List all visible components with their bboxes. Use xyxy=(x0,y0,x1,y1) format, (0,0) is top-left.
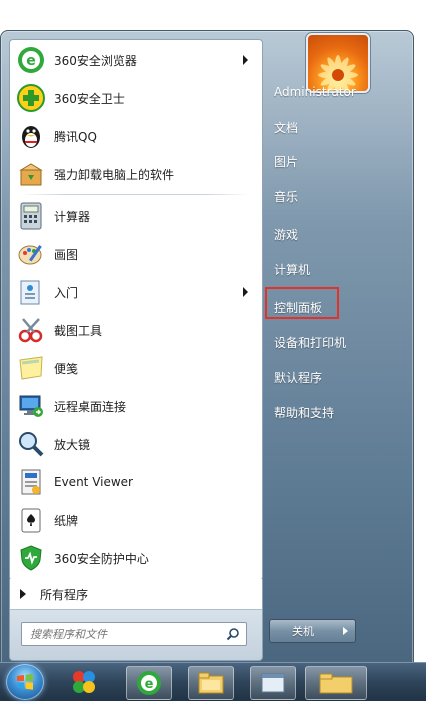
program-label: 便笺 xyxy=(54,361,79,376)
solitaire-icon xyxy=(16,505,46,535)
program-item[interactable]: 入门 xyxy=(14,274,258,310)
program-label: 纸牌 xyxy=(54,513,79,528)
windows-logo-icon xyxy=(17,673,33,690)
program-label: 360安全浏览器 xyxy=(54,53,137,68)
event-viewer-icon xyxy=(16,467,46,497)
right-item-music[interactable]: 音乐 xyxy=(265,183,414,209)
program-item[interactable]: e 360安全浏览器 xyxy=(14,42,258,78)
chevron-right-icon xyxy=(342,627,348,635)
start-menu: e 360安全浏览器 360安全卫士 腾讯QQ 强力卸载电脑上的软件 计算器 画… xyxy=(0,30,414,664)
right-item-documents[interactable]: 文档 xyxy=(265,114,414,140)
program-item[interactable]: 放大镜 xyxy=(14,426,258,462)
qq-penguin-icon xyxy=(16,121,46,151)
paint-icon xyxy=(16,239,46,269)
taskbar: e xyxy=(0,662,426,701)
program-item[interactable]: 便笺 xyxy=(14,350,258,386)
svg-text:e: e xyxy=(26,53,36,69)
shutdown-button[interactable]: 关机 xyxy=(269,619,337,643)
all-programs-label: 所有程序 xyxy=(40,587,89,602)
separator xyxy=(20,194,250,195)
getting-started-icon xyxy=(16,277,46,307)
program-item[interactable]: 腾讯QQ xyxy=(14,118,258,154)
search-input[interactable] xyxy=(28,626,222,642)
right-item-computer[interactable]: 计算机 xyxy=(265,256,414,282)
program-label: 入门 xyxy=(54,285,79,300)
submenu-arrow-icon[interactable] xyxy=(243,55,248,65)
program-label: 截图工具 xyxy=(54,323,103,338)
folder-icon xyxy=(198,672,224,694)
360-shield-icon xyxy=(16,543,46,573)
submenu-arrow-icon[interactable] xyxy=(243,287,248,297)
program-label: 强力卸载电脑上的软件 xyxy=(54,167,175,182)
program-label: 远程桌面连接 xyxy=(54,399,127,414)
360-browser-icon: e xyxy=(137,671,161,695)
expand-arrow-icon xyxy=(20,589,26,599)
program-label: 360安全卫士 xyxy=(54,91,125,106)
program-item[interactable]: 截图工具 xyxy=(14,312,258,348)
right-item-games[interactable]: 游戏 xyxy=(265,221,414,247)
uninstall-box-icon xyxy=(16,159,46,189)
search-box[interactable] xyxy=(21,622,247,646)
taskbar-app-explorer[interactable] xyxy=(188,666,234,700)
pinned-programs-pane: e 360安全浏览器 360安全卫士 腾讯QQ 强力卸载电脑上的软件 计算器 画… xyxy=(9,39,263,581)
snipping-tool-icon xyxy=(16,315,46,345)
folder-icon xyxy=(319,673,353,694)
program-label: 计算器 xyxy=(54,209,91,224)
window-app-icon xyxy=(261,673,285,693)
right-item-pictures[interactable]: 图片 xyxy=(265,148,414,174)
color-balls-icon xyxy=(73,671,95,693)
program-label: Event Viewer xyxy=(54,475,133,489)
right-item-devices-printers[interactable]: 设备和打印机 xyxy=(265,329,414,355)
program-label: 腾讯QQ xyxy=(54,129,97,144)
program-item[interactable]: 远程桌面连接 xyxy=(14,388,258,424)
sticky-notes-icon xyxy=(16,353,46,383)
shutdown-options-button[interactable] xyxy=(335,619,356,643)
360-browser-icon: e xyxy=(16,45,46,75)
program-item[interactable]: 画图 xyxy=(14,236,258,272)
program-item[interactable]: 360安全卫士 xyxy=(14,80,258,116)
right-item-administrator[interactable]: Administrator xyxy=(265,79,414,105)
right-item-default-programs[interactable]: 默认程序 xyxy=(265,364,414,390)
search-icon[interactable] xyxy=(226,626,240,645)
program-item[interactable]: 计算器 xyxy=(14,198,258,234)
360-safe-icon xyxy=(16,83,46,113)
highlight-box xyxy=(265,287,339,319)
svg-text:e: e xyxy=(145,677,154,692)
program-item[interactable]: 纸牌 xyxy=(14,502,258,538)
remote-desktop-icon xyxy=(16,391,46,421)
calculator-icon xyxy=(16,201,46,231)
program-label: 放大镜 xyxy=(54,437,91,452)
right-item-help-support[interactable]: 帮助和支持 xyxy=(265,399,414,425)
program-label: 画图 xyxy=(54,247,79,262)
program-item[interactable]: Event Viewer xyxy=(14,464,258,500)
magnifier-icon xyxy=(16,429,46,459)
taskbar-app-folder[interactable] xyxy=(305,666,367,700)
program-item[interactable]: 强力卸载电脑上的软件 xyxy=(14,156,258,192)
all-programs-button[interactable]: 所有程序 xyxy=(9,579,263,610)
program-item[interactable]: 360安全防护中心 xyxy=(14,540,258,576)
taskbar-app-360-browser[interactable]: e xyxy=(126,666,172,700)
taskbar-app-control[interactable] xyxy=(250,666,296,700)
start-orb-button[interactable] xyxy=(6,664,44,700)
taskbar-app-color-balls[interactable] xyxy=(62,666,106,698)
search-area xyxy=(9,609,263,661)
program-label: 360安全防护中心 xyxy=(54,551,149,566)
